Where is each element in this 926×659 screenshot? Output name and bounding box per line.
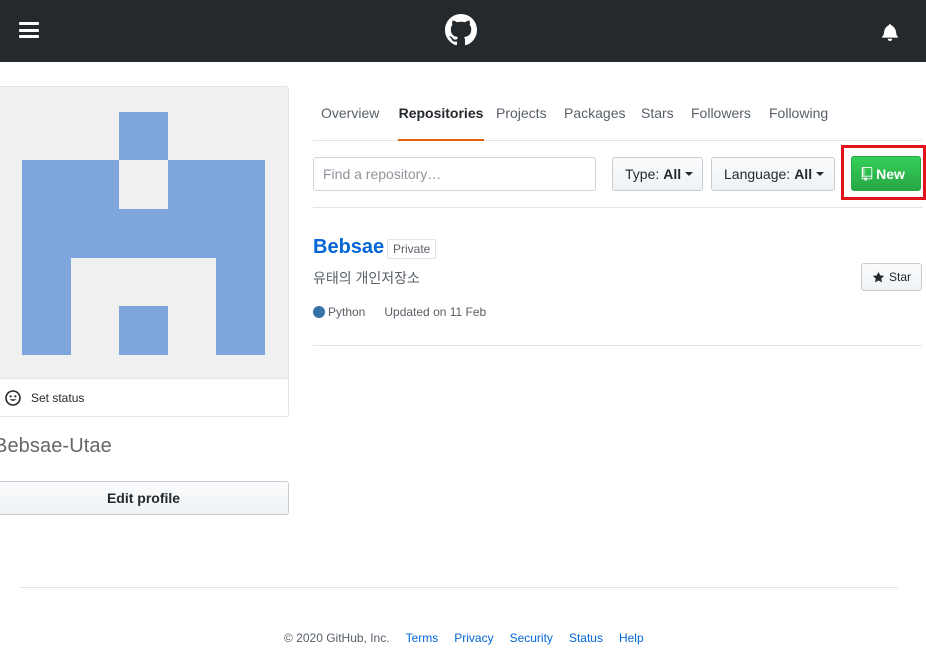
- new-repository-button[interactable]: New: [851, 156, 921, 191]
- star-label: Star: [888, 270, 911, 284]
- avatar-card: Set status: [0, 86, 289, 417]
- type-filter-label: Type:: [625, 166, 660, 182]
- star-button[interactable]: Star: [861, 263, 922, 291]
- type-filter-dropdown[interactable]: Type: All: [612, 157, 703, 191]
- repo-icon: [861, 166, 873, 181]
- repo-description: 유태의 개인저장소: [313, 270, 420, 286]
- language-filter-dropdown[interactable]: Language: All: [711, 157, 835, 191]
- repo-name-link[interactable]: Bebsae: [313, 236, 384, 259]
- divider: [313, 207, 922, 208]
- visibility-badge: Private: [387, 239, 437, 259]
- top-navbar: [0, 0, 926, 62]
- language-color-dot: [313, 306, 325, 318]
- language-filter-value: All: [794, 166, 813, 182]
- find-repository-input[interactable]: [313, 157, 596, 191]
- language-filter-label: Language:: [724, 166, 791, 182]
- caret-down-icon: [685, 172, 694, 176]
- footer: © 2020 GitHub, Inc. Terms Privacy Securi…: [284, 631, 644, 645]
- smiley-icon: [5, 389, 21, 406]
- footer-link-status[interactable]: Status: [569, 631, 603, 645]
- github-octocat-icon[interactable]: [445, 14, 477, 46]
- repo-language: Python: [328, 305, 366, 319]
- set-status-label: Set status: [31, 390, 85, 405]
- new-button-label: New: [876, 165, 905, 182]
- star-icon: [872, 271, 885, 282]
- avatar[interactable]: [0, 87, 288, 378]
- tab-repositories[interactable]: Repositories: [398, 86, 484, 141]
- footer-divider: [20, 587, 898, 588]
- divider: [313, 345, 922, 346]
- tab-projects[interactable]: Projects: [496, 86, 547, 140]
- repo-updated: Updated on 11 Feb: [384, 305, 487, 319]
- footer-link-privacy[interactable]: Privacy: [454, 631, 493, 645]
- footer-copyright: © 2020 GitHub, Inc.: [284, 631, 390, 645]
- tab-following[interactable]: Following: [769, 86, 828, 140]
- repo-meta: Python Updated on 11 Feb: [313, 305, 486, 319]
- tab-overview[interactable]: Overview: [321, 86, 379, 140]
- tab-packages[interactable]: Packages: [564, 86, 625, 140]
- hamburger-icon[interactable]: [19, 22, 39, 38]
- edit-profile-button[interactable]: Edit profile: [0, 481, 289, 515]
- tab-stars[interactable]: Stars: [641, 86, 674, 140]
- profile-tabs: Overview Repositories Projects Packages …: [313, 86, 922, 141]
- footer-link-help[interactable]: Help: [619, 631, 644, 645]
- footer-link-terms[interactable]: Terms: [406, 631, 439, 645]
- identicon-pattern: [22, 112, 265, 355]
- bell-icon[interactable]: [881, 23, 899, 41]
- profile-username: Bebsae-Utae: [0, 435, 112, 457]
- set-status-button[interactable]: Set status: [0, 378, 288, 416]
- caret-down-icon: [816, 172, 825, 176]
- type-filter-value: All: [663, 166, 682, 182]
- footer-link-security[interactable]: Security: [510, 631, 553, 645]
- tab-followers[interactable]: Followers: [691, 86, 751, 140]
